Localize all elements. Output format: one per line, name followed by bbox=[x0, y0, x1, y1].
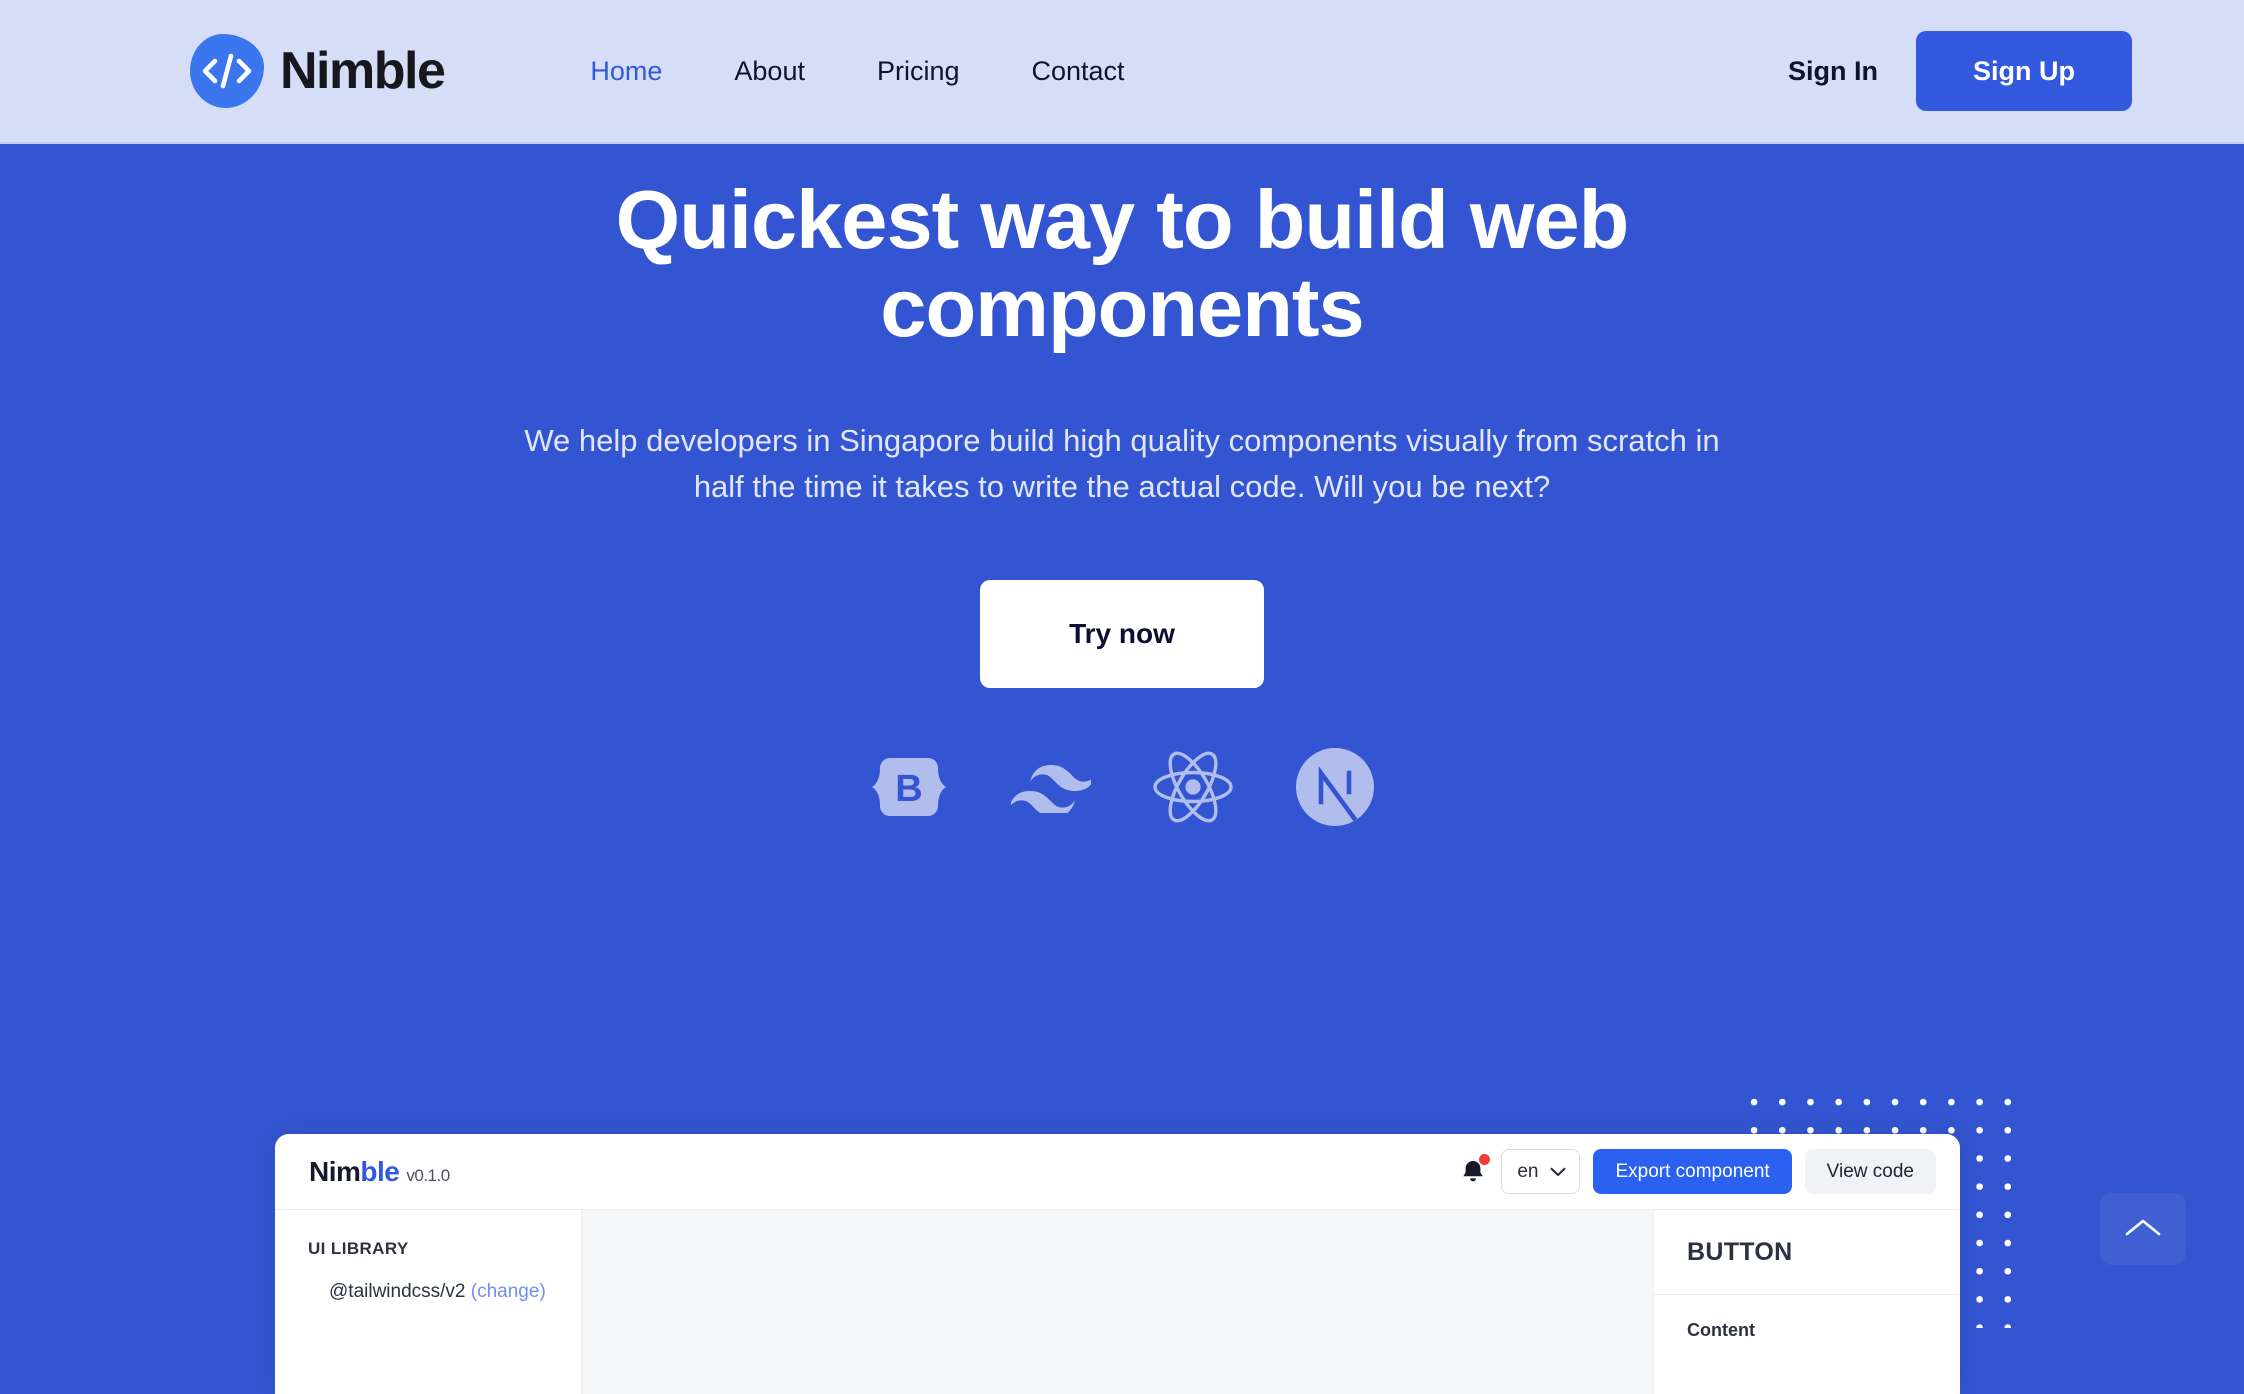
hero-title: Quickest way to build web components bbox=[615, 173, 1630, 354]
bell-icon[interactable] bbox=[1458, 1153, 1491, 1189]
sign-in-link[interactable]: Sign In bbox=[1750, 56, 1916, 87]
notification-dot bbox=[1479, 1153, 1491, 1165]
nav-item-pricing[interactable]: Pricing bbox=[841, 56, 996, 87]
ui-library-row: @tailwindcss/v2 (change) bbox=[308, 1281, 581, 1303]
try-now-button[interactable]: Try now bbox=[980, 579, 1264, 688]
app-version: v0.1.0 bbox=[406, 1165, 450, 1185]
change-library-link[interactable]: (change) bbox=[471, 1281, 546, 1302]
react-icon bbox=[1150, 744, 1236, 830]
app-brand-suffix: ble bbox=[360, 1155, 400, 1187]
brand-logo[interactable]: Nimble bbox=[190, 34, 446, 108]
inspector-row-content[interactable]: Content bbox=[1654, 1295, 1960, 1341]
app-brand-prefix: Nim bbox=[309, 1155, 361, 1187]
ui-library-value: @tailwindcss/v2 bbox=[329, 1281, 466, 1302]
hero-cta-wrapper: Try now bbox=[0, 579, 2244, 688]
nav-item-home[interactable]: Home bbox=[554, 56, 698, 87]
app-preview-toolbar: Nimble v0.1.0 en Export component View co… bbox=[275, 1134, 1960, 1210]
site-header: Nimble Home About Pricing Contact Sign I… bbox=[0, 0, 2244, 144]
app-preview-body: UI LIBRARY @tailwindcss/v2 (change) BUTT… bbox=[275, 1210, 1960, 1394]
nextjs-icon bbox=[1292, 744, 1378, 830]
brand-name: Nimble bbox=[280, 42, 446, 100]
app-toolbar-actions: en Export component View code bbox=[1458, 1149, 1936, 1194]
export-component-button[interactable]: Export component bbox=[1593, 1149, 1792, 1194]
app-preview-inspector: BUTTON Content bbox=[1653, 1210, 1960, 1394]
scroll-to-top-button[interactable] bbox=[2100, 1193, 2186, 1265]
language-value: en bbox=[1517, 1160, 1539, 1182]
inspector-title: BUTTON bbox=[1654, 1210, 1960, 1295]
sign-up-button[interactable]: Sign Up bbox=[1916, 31, 2132, 111]
app-preview-panel: Nimble v0.1.0 en Export component View co… bbox=[275, 1134, 1960, 1394]
nav-item-about[interactable]: About bbox=[698, 56, 841, 87]
tailwind-icon bbox=[1008, 744, 1094, 830]
tech-logo-row: B bbox=[0, 744, 2244, 830]
chevron-up-icon bbox=[2123, 1216, 2163, 1243]
bootstrap-icon: B bbox=[866, 744, 952, 830]
header-actions: Sign In Sign Up bbox=[1750, 31, 2132, 111]
nav-item-contact[interactable]: Contact bbox=[996, 56, 1161, 87]
language-select[interactable]: en bbox=[1501, 1149, 1581, 1194]
chevron-down-icon bbox=[1550, 1161, 1567, 1183]
main-nav: Home About Pricing Contact bbox=[554, 56, 1160, 87]
app-preview-sidebar: UI LIBRARY @tailwindcss/v2 (change) bbox=[275, 1210, 582, 1394]
svg-text:B: B bbox=[895, 768, 922, 810]
ui-library-label: UI LIBRARY bbox=[308, 1239, 409, 1258]
app-preview-brand: Nimble v0.1.0 bbox=[309, 1156, 450, 1188]
code-brackets-icon bbox=[190, 34, 264, 108]
view-code-button[interactable]: View code bbox=[1804, 1149, 1936, 1194]
hero-subtitle: We help developers in Singapore build hi… bbox=[524, 422, 1720, 504]
app-preview-canvas[interactable] bbox=[582, 1210, 1653, 1394]
